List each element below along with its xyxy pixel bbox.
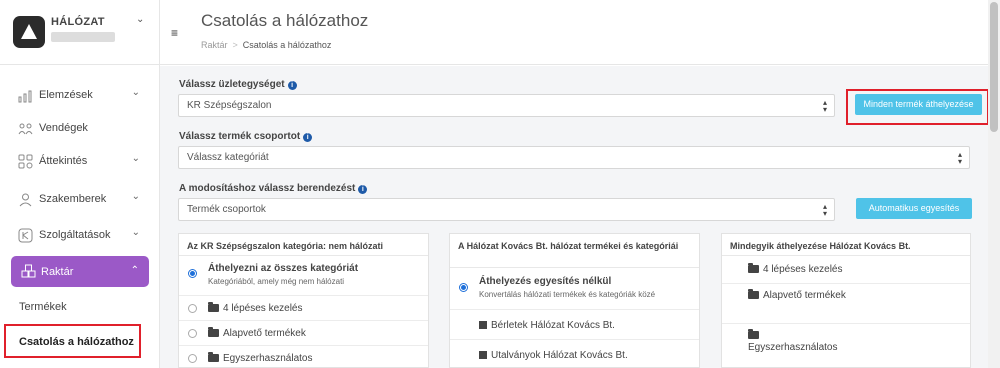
list-item-label: 4 lépéses kezelés (223, 303, 303, 314)
store-select-value: KR Szépségszalon (187, 100, 272, 111)
folder-icon (208, 302, 219, 312)
list-item-label: Alapvető termékek (223, 328, 306, 339)
radio-selected[interactable] (188, 269, 197, 278)
list-item-label: Áthelyezni az összes kategóriát (208, 263, 359, 274)
list-item[interactable]: Bérletek Hálózat Kovács Bt. (450, 310, 699, 340)
sidebar-item-szolgaltatasok[interactable]: Szolgáltatások ⌄ (18, 224, 146, 246)
users-icon (18, 121, 33, 136)
sidebar-item-vendegek[interactable]: Vendégek (18, 117, 146, 139)
sidebar-item-attekintes[interactable]: Áttekintés ⌄ (18, 150, 146, 172)
chevron-down-icon[interactable]: ⌄ (136, 14, 144, 25)
info-icon[interactable]: i (287, 81, 297, 90)
folder-icon (748, 329, 759, 339)
chart-icon (18, 88, 33, 103)
sidebar: HÁLÓZAT ⌄ Elemzések ⌄ Vendégek Áttekinté… (0, 0, 160, 368)
network-products-panel: A Hálózat Kovács Bt. hálózat termékei és… (449, 233, 700, 368)
list-item-label: Egyszerhasználatos (223, 353, 313, 364)
highlight-annotation (846, 89, 989, 125)
sidebar-item-elemzesek[interactable]: Elemzések ⌄ (18, 84, 146, 106)
service-icon (18, 228, 33, 243)
list-item[interactable]: 4 lépéses kezelés (179, 296, 428, 321)
folder-icon (748, 263, 759, 273)
sidebar-subitem-csatolas[interactable]: Csatolás a hálózathoz (4, 324, 141, 358)
list-item[interactable]: Áthelyezés egyesítés nélkül Konvertálás … (450, 268, 699, 310)
folder-icon (748, 289, 759, 299)
brand-subtitle-redacted (51, 32, 115, 42)
store-select[interactable]: KR Szépségszalon ▴ ▾ (178, 94, 835, 117)
folder-icon (208, 327, 219, 337)
page-title: Csatolás a hálózathoz (201, 11, 369, 30)
menu-toggle-icon[interactable]: ≡ (171, 26, 179, 40)
chevron-down-icon: ⌄ (131, 227, 140, 238)
breadcrumb-current: Csatolás a hálózathoz (242, 40, 332, 50)
group-select-label: Válassz termék csoportot i (179, 131, 313, 142)
list-item[interactable]: Utalványok Hálózat Kovács Bt. (450, 340, 699, 368)
page-header: ≡ Csatolás a hálózathoz Raktár > Csatolás … (160, 0, 988, 65)
brand-name: HÁLÓZAT (51, 16, 105, 28)
radio-button[interactable] (188, 304, 197, 313)
sort-arrows-icon: ▴ ▾ (957, 150, 962, 166)
sidebar-subitem-termekek[interactable]: Termékek (19, 301, 67, 313)
panel-header: Az KR Szépségszalon kategória: nem hálóz… (179, 234, 428, 256)
info-icon[interactable]: i (303, 133, 313, 142)
list-item-sublabel: Konvertálás hálózati termékek és kategór… (479, 290, 656, 299)
radio-button[interactable] (188, 329, 197, 338)
collapse-box-icon (479, 351, 487, 359)
breadcrumb-separator-icon: > (232, 40, 238, 50)
collapse-box-icon (479, 321, 487, 329)
list-item-label: Bérletek Hálózat Kovács Bt. (491, 320, 615, 331)
move-all-panel: Mindegyik áthelyezése Hálózat Kovács Bt.… (721, 233, 971, 368)
sidebar-item-szakemberek[interactable]: Szakemberek ⌄ (18, 188, 146, 210)
radio-selected[interactable] (459, 283, 468, 292)
sidebar-item-label: Áttekintés (39, 155, 88, 167)
list-item[interactable]: Áthelyezni az összes kategóriát Kategóri… (179, 256, 428, 296)
device-select-label: A modosításhoz válassz berendezést i (179, 183, 368, 194)
auto-merge-button[interactable]: Automatikus egyesítés (856, 198, 972, 219)
grid-icon (18, 154, 33, 169)
group-select[interactable]: Válassz kategóriát ▴ ▾ (178, 146, 970, 169)
chevron-down-icon: ⌄ (131, 87, 140, 98)
breadcrumb: Raktár > Csatolás a hálózathoz (201, 40, 331, 50)
sidebar-item-label: Vendégek (39, 122, 88, 134)
device-select-value: Termék csoportok (187, 204, 266, 215)
brand-logo (13, 16, 45, 48)
radio-button[interactable] (188, 354, 197, 363)
user-icon (18, 192, 33, 207)
breadcrumb-link-raktar[interactable]: Raktár (201, 40, 228, 50)
sidebar-item-raktar[interactable]: Raktár ⌃ (11, 256, 149, 287)
chevron-up-icon: ⌃ (130, 265, 139, 276)
sidebar-item-label: Szolgáltatások (39, 229, 111, 241)
list-item-label: 4 lépéses kezelés (763, 264, 843, 275)
scrollbar[interactable] (988, 0, 1000, 368)
list-item: Alapvető termékek (722, 284, 970, 324)
list-item-label: Egyszerhasználatos (748, 342, 838, 353)
panel-header: A Hálózat Kovács Bt. hálózat termékei és… (450, 234, 699, 268)
sidebar-item-label: Elemzések (39, 89, 93, 101)
store-select-label: Válassz üzletegységet i (179, 79, 297, 90)
chevron-down-icon: ⌄ (131, 191, 140, 202)
group-select-placeholder: Válassz kategóriát (187, 152, 269, 163)
source-categories-panel: Az KR Szépségszalon kategória: nem hálóz… (178, 233, 429, 368)
folder-icon (208, 352, 219, 362)
info-icon[interactable]: i (358, 185, 368, 194)
list-item-label: Utalványok Hálózat Kovács Bt. (491, 350, 628, 361)
sort-arrows-icon: ▴ ▾ (822, 202, 827, 218)
panel-header: Mindegyik áthelyezése Hálózat Kovács Bt. (722, 234, 970, 256)
sidebar-item-label: Szakemberek (39, 193, 107, 205)
sidebar-item-label: Raktár (41, 265, 74, 278)
list-item: 4 lépéses kezelés (722, 256, 970, 284)
brand-switcher[interactable]: HÁLÓZAT ⌄ (0, 0, 160, 65)
list-item-sublabel: Kategóriából, amely még nem hálózati (208, 277, 345, 286)
main-content: Válassz üzletegységet i KR Szépségszalon … (160, 66, 989, 368)
chevron-down-icon: ⌄ (131, 153, 140, 164)
list-item: Egyszerhasználatos (722, 324, 970, 360)
device-select[interactable]: Termék csoportok ▴ ▾ (178, 198, 835, 221)
list-item[interactable]: Egyszerhasználatos (179, 346, 428, 368)
scrollbar-thumb[interactable] (990, 2, 998, 132)
list-item-label: Alapvető termékek (763, 290, 846, 301)
warehouse-icon (21, 264, 36, 279)
list-item-label: Áthelyezés egyesítés nélkül (479, 276, 612, 287)
list-item[interactable]: Alapvető termékek (179, 321, 428, 346)
sort-arrows-icon: ▴ ▾ (822, 98, 827, 114)
